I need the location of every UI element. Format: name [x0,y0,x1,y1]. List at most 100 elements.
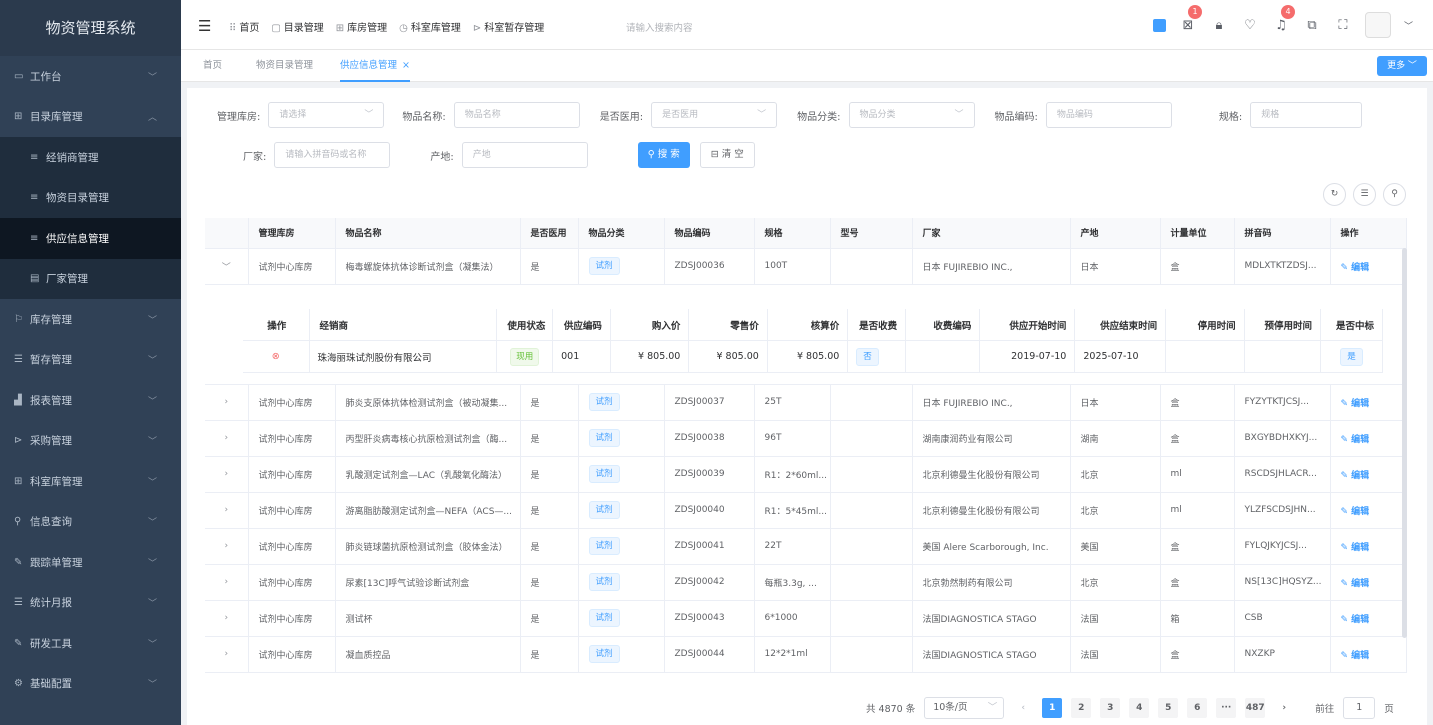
code-input[interactable]: 物品编码 [1045,102,1172,128]
top-nav-home[interactable]: ⠿ 首页 [229,19,259,34]
edit-button[interactable]: ✎ 编辑 [1341,435,1370,445]
sidebar-item-12[interactable]: ✎ 跟踪单管理 ﹀ [0,542,181,583]
tab-catalog[interactable]: 物资目录管理 [256,50,313,82]
delete-icon[interactable]: ⊗ [272,351,280,362]
tab-home[interactable]: 首页 [203,50,222,82]
columns-icon[interactable]: ☰ [1353,183,1376,206]
page-number-button[interactable]: 2 [1071,698,1092,718]
fullscreen-icon[interactable]: ⛶ [1334,18,1352,33]
expand-icon[interactable]: › [205,600,249,637]
prev-page-button[interactable]: ‹ [1013,698,1033,718]
sidebar-item-1[interactable]: ⊞ 目录库管理 ︿ [0,97,181,138]
sidebar-item-8[interactable]: ▟ 报表管理 ﹀ [0,380,181,421]
message-icon[interactable]: ⊠ 1 [1179,4,1202,33]
edit-button[interactable]: ✎ 编辑 [1341,263,1370,273]
page-number-button[interactable]: ··· [1216,698,1237,718]
page-number-button[interactable]: 5 [1158,698,1179,718]
edit-button[interactable]: ✎ 编辑 [1341,543,1370,553]
sidebar-item-2[interactable]: ≡ 经销商管理 [0,137,181,178]
cell-spec: R1：5*45ml... [754,492,831,529]
category-select[interactable]: 物品分类 ﹀ [848,102,975,128]
page-number-button[interactable]: 1 [1042,698,1063,718]
next-page-button[interactable]: › [1274,698,1294,718]
cell-wh: 试剂中心库房 [248,248,336,285]
expand-icon[interactable]: › [205,456,249,493]
expand-icon[interactable]: › [205,420,249,457]
top-nav-warehouse[interactable]: ⊞ 库房管理 [336,19,387,34]
lock-icon[interactable]: 🔒︎ [1210,18,1228,33]
more-button[interactable]: 更多 ﹀ [1377,56,1427,76]
table-scrollbar[interactable] [1402,248,1407,638]
table-row[interactable]: › 试剂中心库房 尿素[13C]呼气试验诊断试剂盒是试剂 ZDSJ00042 每瓶3.3… [205,564,1407,601]
skin-icon[interactable]: ♡ [1241,18,1259,33]
expand-icon[interactable]: › [205,492,249,529]
warehouse-select[interactable]: 请选择 ﹀ [268,102,385,128]
table-row[interactable]: › 试剂中心库房 丙型肝炎病毒核心抗原检测试剂盒（酶... 是试剂 ZDSJ00038 9… [205,420,1407,457]
cell-vendor: 日本 FUJIREBIO INC., [912,384,1071,421]
menu-toggle-icon[interactable]: ☰ [198,17,211,35]
chevron-down-icon: ﹀ [954,110,964,120]
spec-input[interactable]: 规格 [1250,102,1363,128]
sidebar-item-6[interactable]: ⚐ 库存管理 ﹀ [0,299,181,340]
screen-icon[interactable]: ⧉ [1303,18,1321,33]
expand-icon[interactable]: ﹀ [205,248,249,285]
cell-unit: 盒 [1160,420,1235,457]
sidebar-item-14[interactable]: ✎ 研发工具 ﹀ [0,623,181,664]
sidebar-item-13[interactable]: ☰ 统计月报 ﹀ [0,583,181,624]
origin-input[interactable]: 产地 [461,142,588,168]
goto-input[interactable]: 1 [1343,697,1376,719]
page-number-button[interactable]: 6 [1187,698,1208,718]
expand-icon[interactable]: › [205,528,249,565]
edit-button[interactable]: ✎ 编辑 [1341,507,1370,517]
table-row[interactable]: › 试剂中心库房 游离脂肪酸测定试剂盒—NEFA（ACS—... 是试剂 ZDSJ000… [205,492,1407,529]
theme-icon[interactable] [1152,18,1166,32]
page-number-button[interactable]: 4 [1129,698,1150,718]
top-nav-storage[interactable]: ⊳ 科室暂存管理 [473,19,544,34]
edit-button[interactable]: ✎ 编辑 [1341,399,1370,409]
search-button[interactable]: ⚲ 搜 索 [637,142,690,168]
expand-icon[interactable]: › [205,636,249,673]
bell-icon[interactable]: ♫ 4 [1272,4,1295,33]
refresh-icon[interactable]: ↻ [1323,183,1346,206]
medical-select[interactable]: 是否医用 ﹀ [651,102,778,128]
sidebar-item-0[interactable]: ▭ 工作台 ﹀ [0,56,181,97]
cell-med: 是 [520,564,579,601]
chevron-down-icon[interactable]: ﹀ [1404,19,1413,32]
sidebar-item-3[interactable]: ≡ 物资目录管理 [0,177,181,218]
cell-origin: 法国 [1070,600,1161,637]
table-row[interactable]: › 试剂中心库房 测试杯是试剂 ZDSJ00043 6*1000 法国DIAGNOSTIC… [205,600,1407,637]
page-size-select[interactable]: 10条/页 ﹀ [924,697,1005,719]
top-nav-catalog[interactable]: ▢ 目录管理 [271,19,323,34]
table-row[interactable]: › 试剂中心库房 凝血质控品是试剂 ZDSJ00044 12*2*1ml 法国DIAGNO… [205,636,1407,673]
top-search-input[interactable]: 请输入搜索内容 [626,20,693,34]
expand-icon[interactable]: › [205,564,249,601]
edit-button[interactable]: ✎ 编辑 [1341,651,1370,661]
page-number-button[interactable]: 487 [1245,698,1266,718]
table-row[interactable]: ﹀ 试剂中心库房 梅毒螺旋体抗体诊断试剂盒（凝集法）是试剂 ZDSJ00036 100T… [205,248,1407,285]
tab-supply[interactable]: 供应信息管理 × [340,50,410,82]
page-number-button[interactable]: 3 [1100,698,1121,718]
close-icon[interactable]: × [402,60,410,71]
edit-button[interactable]: ✎ 编辑 [1341,579,1370,589]
search-icon[interactable]: ⚲ [1383,183,1406,206]
sidebar-item-4[interactable]: ≡ 供应信息管理 [0,218,181,259]
cell-actions: ✎ 编辑 [1330,528,1407,565]
avatar[interactable] [1364,12,1391,38]
cell-py: NS[13C]HQSYZ... [1234,564,1331,601]
table-row[interactable]: › 试剂中心库房 肺炎支原体抗体检测试剂盒（被动凝集... 是试剂 ZDSJ00037 2… [205,384,1407,421]
table-row[interactable]: › 试剂中心库房 乳酸测定试剂盒—LAC（乳酸氧化酶法）是试剂 ZDSJ00039 R1… [205,456,1407,493]
sidebar-item-15[interactable]: ⚙ 基础配置 ﹀ [0,664,181,705]
table-row[interactable]: › 试剂中心库房 肺炎链球菌抗原检测试剂盒（胶体金法）是试剂 ZDSJ00041 22T… [205,528,1407,565]
top-nav-dept[interactable]: ◷ 科室库管理 [399,19,461,34]
sidebar-item-10[interactable]: ⊞ 科室库管理 ﹀ [0,461,181,502]
sidebar-item-5[interactable]: ▤ 厂家管理 [0,258,181,299]
clear-button[interactable]: ⊟ 清 空 [699,142,755,168]
expand-icon[interactable]: › [205,384,249,421]
sidebar-item-7[interactable]: ☰ 暂存管理 ﹀ [0,340,181,381]
edit-button[interactable]: ✎ 编辑 [1341,471,1370,481]
sidebar-item-11[interactable]: ⚲ 信息查询 ﹀ [0,502,181,543]
name-input[interactable]: 物品名称 [453,102,580,128]
edit-button[interactable]: ✎ 编辑 [1341,615,1370,625]
sidebar-item-9[interactable]: ⊳ 采购管理 ﹀ [0,421,181,462]
vendor-input[interactable]: 请输入拼音码或名称 [274,142,391,168]
